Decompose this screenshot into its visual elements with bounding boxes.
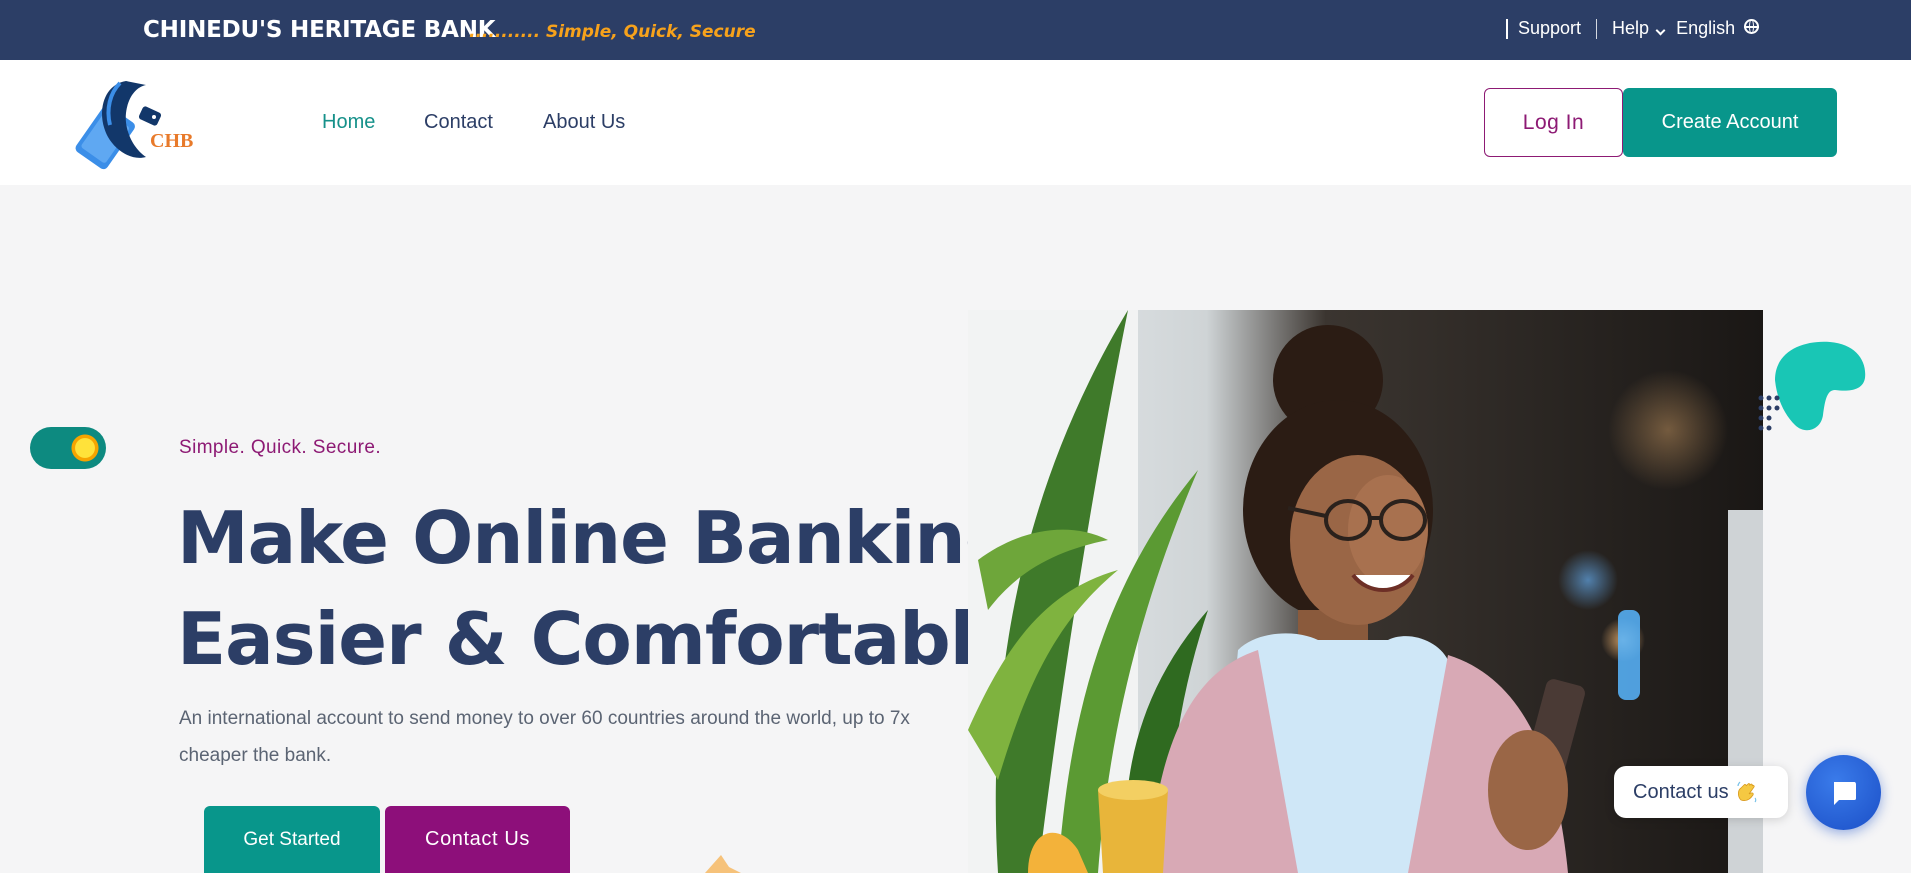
hero-headline: Make Online Banking Easier & Comfortable	[177, 488, 1022, 690]
contact-us-text: Contact us	[1633, 780, 1729, 803]
language-selector[interactable]: English	[1676, 18, 1760, 39]
headline-line-2: Easier & Comfortable	[177, 597, 1022, 681]
get-started-button[interactable]: Get Started	[204, 806, 380, 873]
help-label: Help	[1612, 18, 1650, 38]
top-bar: CHINEDU'S HERITAGE BANK ........... Simp…	[0, 0, 1911, 60]
top-utility-links: Support Help English	[1496, 18, 1760, 39]
bank-tagline: ........... Simple, Quick, Secure	[469, 22, 756, 42]
hero-eyebrow: Simple. Quick. Secure.	[179, 437, 382, 458]
create-account-button[interactable]: Create Account	[1623, 88, 1837, 157]
headline-line-1: Make Online Banking	[177, 496, 1016, 580]
logo-text: CHB	[150, 130, 193, 152]
theme-toggle[interactable]	[30, 427, 106, 469]
globe-icon	[1744, 19, 1760, 34]
hero-description: An international account to send money t…	[179, 708, 910, 766]
nav-home[interactable]: Home	[322, 111, 375, 134]
chevron-down-icon	[1655, 25, 1666, 36]
waving-hand-icon	[1737, 781, 1756, 803]
contact-us-button[interactable]: Contact Us	[385, 806, 570, 873]
help-menu[interactable]: Help	[1612, 18, 1676, 39]
decorative-arrow-icon	[705, 855, 741, 873]
login-button[interactable]: Log In	[1484, 88, 1623, 157]
divider	[1596, 18, 1598, 39]
contact-us-chat-label[interactable]: Contact us	[1614, 766, 1788, 818]
nav-contact[interactable]: Contact	[424, 111, 493, 134]
bank-name: CHINEDU'S HERITAGE BANK	[143, 17, 496, 43]
chat-bubble-icon	[1833, 781, 1856, 805]
decorative-blob	[1758, 341, 1866, 431]
chat-launcher-button[interactable]	[1806, 755, 1881, 830]
sun-icon	[67, 430, 103, 466]
language-label: English	[1676, 18, 1736, 38]
chb-logo[interactable]: CHB	[74, 75, 200, 171]
nav-about-us[interactable]: About Us	[543, 111, 625, 134]
divider	[1506, 18, 1508, 39]
support-link[interactable]: Support	[1518, 18, 1581, 39]
